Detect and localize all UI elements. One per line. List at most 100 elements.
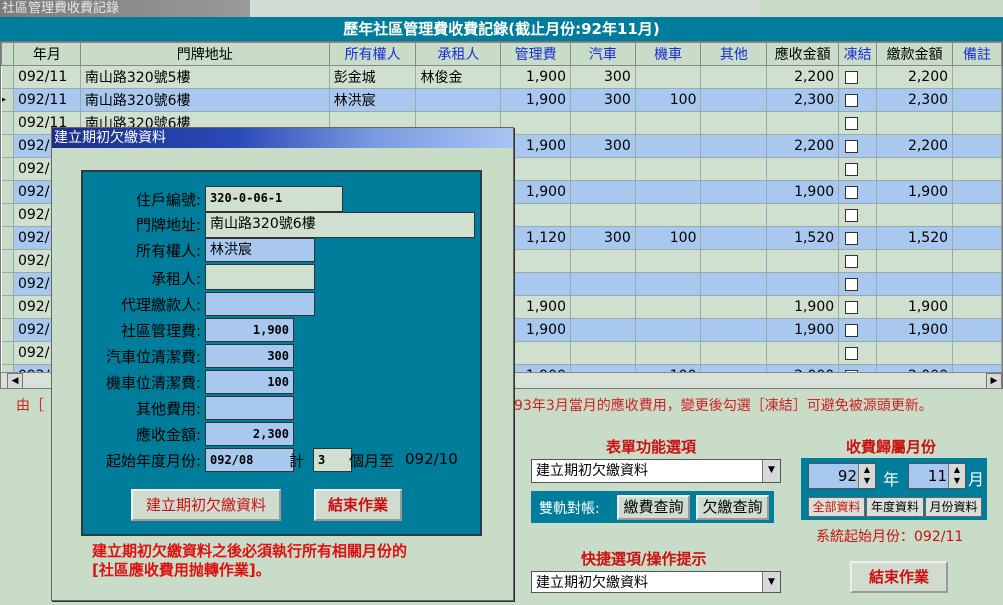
cell-due[interactable]	[766, 111, 840, 135]
cell-paid[interactable]	[876, 249, 954, 273]
mgmt-fee-field[interactable]: 1,900	[205, 318, 294, 342]
cell-tenant[interactable]: 林俊金	[415, 65, 502, 89]
cell-moto[interactable]	[635, 134, 702, 158]
cell-paid[interactable]: 2,200	[876, 65, 954, 89]
cell-due[interactable]: 1,900	[766, 318, 840, 342]
col-header-due[interactable]: 應收金額	[766, 42, 840, 66]
row-selector[interactable]	[1, 65, 14, 89]
frozen-checkbox[interactable]	[845, 346, 859, 360]
car-fee-field[interactable]: 300	[205, 344, 294, 368]
cell-car[interactable]	[570, 111, 636, 135]
cell-frozen[interactable]	[838, 157, 878, 181]
cell-paid[interactable]	[876, 272, 954, 296]
cell-moto[interactable]	[635, 318, 702, 342]
col-header-owner[interactable]: 所有權人	[328, 42, 417, 66]
tenant-field[interactable]	[205, 264, 315, 290]
cell-other[interactable]	[700, 157, 768, 181]
month-spinner[interactable]: 11 ▲ ▼	[908, 463, 966, 489]
cell-notes[interactable]	[952, 341, 1002, 365]
cell-frozen[interactable]	[838, 203, 878, 227]
cell-paid[interactable]	[876, 341, 954, 365]
cell-frozen[interactable]	[838, 226, 878, 250]
row-selector[interactable]	[1, 134, 14, 158]
owner-field[interactable]: 林洪宸	[205, 238, 315, 262]
cell-car[interactable]	[570, 295, 636, 319]
cell-due[interactable]	[766, 157, 840, 181]
dialog-end-button[interactable]: 結束作業	[314, 489, 402, 521]
cell-tenant[interactable]	[415, 88, 502, 112]
cell-notes[interactable]	[952, 65, 1002, 89]
cell-paid[interactable]: 2,200	[876, 134, 954, 158]
cell-notes[interactable]	[952, 134, 1002, 158]
cell-other[interactable]	[700, 111, 768, 135]
year-spinner[interactable]: 92 ▲ ▼	[808, 463, 876, 489]
yearly-data-button[interactable]: 年度資料	[866, 497, 924, 517]
cell-frozen[interactable]	[838, 341, 878, 365]
frozen-checkbox[interactable]	[845, 93, 859, 107]
cell-due[interactable]: 1,900	[766, 295, 840, 319]
moto-fee-field[interactable]: 100	[205, 370, 294, 394]
row-selector[interactable]	[1, 157, 14, 181]
table-row[interactable]: ▸ 092/11 南山路320號6樓 林洪宸 1,900 300 100 2,300 2,300	[1, 88, 1002, 112]
col-header-notes[interactable]: 備註	[952, 42, 1002, 66]
row-selector[interactable]	[1, 318, 14, 342]
cell-other[interactable]	[700, 249, 768, 273]
all-data-button[interactable]: 全部資料	[808, 497, 865, 517]
cell-moto[interactable]	[635, 65, 702, 89]
chevron-down-icon[interactable]: ▼	[762, 460, 780, 482]
col-header-frozen[interactable]: 凍結	[838, 42, 878, 66]
row-selector[interactable]	[1, 272, 14, 296]
cell-paid[interactable]	[876, 203, 954, 227]
frozen-checkbox[interactable]	[845, 323, 859, 337]
cell-notes[interactable]	[952, 226, 1002, 250]
query-owed-button[interactable]: 欠繳查詢	[696, 495, 769, 520]
col-header-address[interactable]: 門牌地址	[79, 42, 330, 66]
cell-addr[interactable]: 南山路320號6樓	[80, 88, 330, 112]
cell-car[interactable]	[570, 203, 636, 227]
cell-notes[interactable]	[952, 295, 1002, 319]
frozen-checkbox[interactable]	[845, 185, 859, 199]
cell-car[interactable]	[570, 272, 636, 296]
cell-frozen[interactable]	[838, 318, 878, 342]
cell-notes[interactable]	[952, 180, 1002, 204]
cell-frozen[interactable]	[838, 249, 878, 273]
frozen-checkbox[interactable]	[845, 162, 859, 176]
scroll-right-icon[interactable]: ▶	[986, 373, 1002, 389]
cell-notes[interactable]	[952, 272, 1002, 296]
row-selector[interactable]	[1, 180, 14, 204]
cell-paid[interactable]: 1,520	[876, 226, 954, 250]
cell-due[interactable]: 2,200	[766, 134, 840, 158]
address-field[interactable]: 南山路320號6樓	[205, 212, 475, 238]
cell-due[interactable]: 2,300	[766, 88, 840, 112]
cell-paid[interactable]	[876, 111, 954, 135]
cell-moto[interactable]	[635, 180, 702, 204]
frozen-checkbox[interactable]	[845, 208, 859, 222]
cell-other[interactable]	[700, 65, 768, 89]
col-header-paid[interactable]: 繳款金額	[876, 42, 954, 66]
cell-notes[interactable]	[952, 111, 1002, 135]
row-selector[interactable]	[1, 226, 14, 250]
cell-other[interactable]	[700, 180, 768, 204]
month-count-field[interactable]: 3	[313, 448, 352, 472]
cell-car[interactable]: 300	[570, 88, 636, 112]
cell-paid[interactable]: 2,300	[876, 88, 954, 112]
cell-other[interactable]	[700, 134, 768, 158]
cell-addr[interactable]: 南山路320號5樓	[80, 65, 330, 89]
cell-frozen[interactable]	[838, 111, 878, 135]
frozen-checkbox[interactable]	[845, 70, 859, 84]
shortcut-select[interactable]: 建立期初欠繳資料 ▼	[531, 571, 781, 593]
cell-fee[interactable]: 1,900	[500, 65, 571, 89]
monthly-data-button[interactable]: 月份資料	[925, 497, 982, 517]
chevron-down-icon[interactable]: ▼	[762, 572, 780, 592]
cell-moto[interactable]	[635, 295, 702, 319]
cell-moto[interactable]	[635, 272, 702, 296]
row-selector[interactable]	[1, 111, 14, 135]
row-selector[interactable]	[1, 203, 14, 227]
cell-owner[interactable]: 彭金城	[329, 65, 417, 89]
cell-frozen[interactable]	[838, 272, 878, 296]
row-selector[interactable]	[1, 295, 14, 319]
resident-id-field[interactable]: 320-0-06-1	[205, 186, 343, 212]
cell-notes[interactable]	[952, 88, 1002, 112]
cell-car[interactable]: 300	[570, 134, 636, 158]
col-header-moto[interactable]: 機車	[634, 42, 702, 66]
